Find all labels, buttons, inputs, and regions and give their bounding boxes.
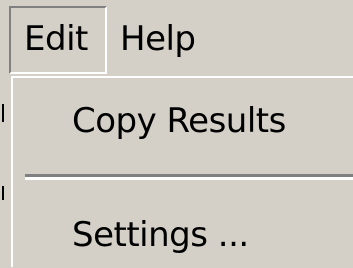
menu-item-settings-label: Settings ... [72, 215, 249, 255]
menu-item-copy-results[interactable]: Copy Results [13, 88, 353, 154]
window-edge-mark [2, 104, 4, 122]
menu-separator [25, 174, 353, 180]
window-edge-mark [2, 186, 4, 200]
menu-bar: Edit Help [0, 0, 353, 78]
menu-edit[interactable]: Edit [9, 6, 107, 74]
menu-edit-label: Edit [24, 19, 88, 59]
menu-help[interactable]: Help [120, 8, 196, 74]
menu-help-label: Help [120, 19, 196, 59]
menu-item-settings[interactable]: Settings ... [13, 202, 353, 268]
edit-dropdown-menu: Copy Results Settings ... [11, 76, 353, 267]
menu-item-copy-results-label: Copy Results [72, 101, 286, 141]
